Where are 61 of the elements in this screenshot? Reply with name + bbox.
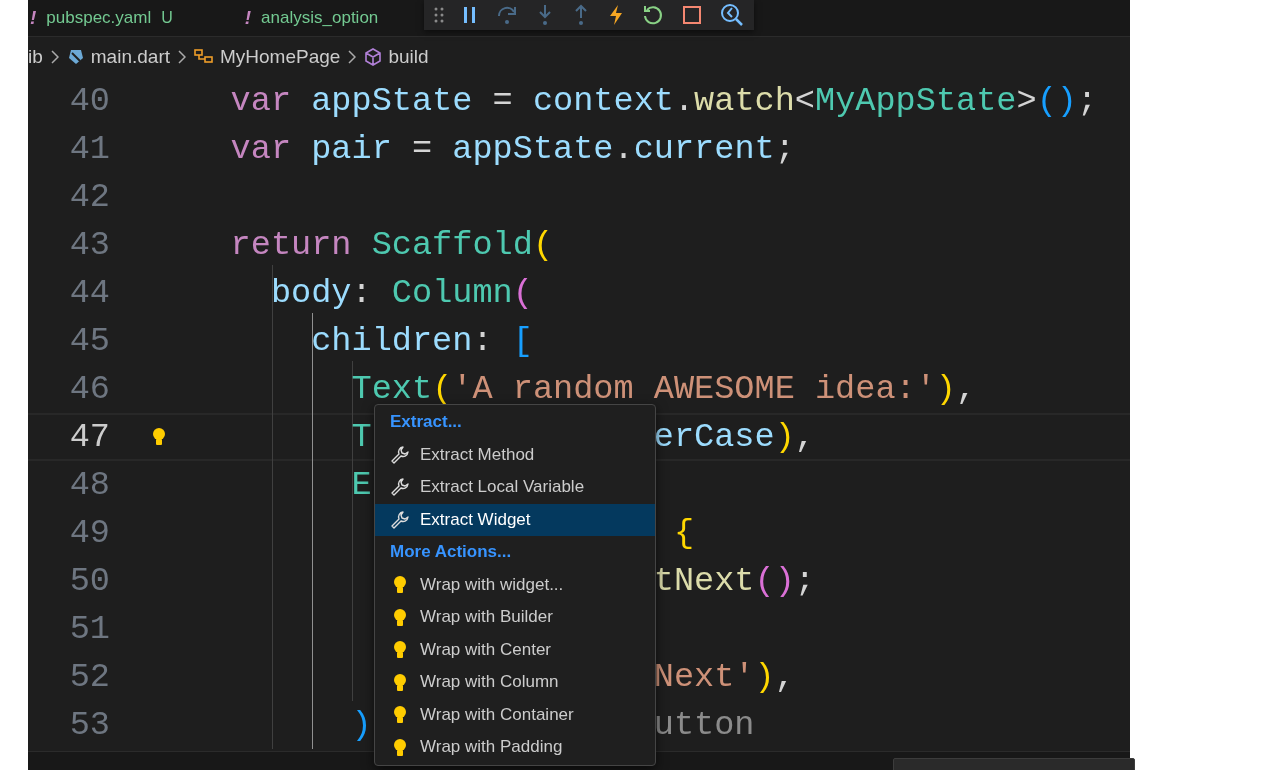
line-number: 40 bbox=[68, 82, 110, 120]
menu-item[interactable]: Wrap with Column bbox=[375, 666, 655, 699]
line-number: 47 bbox=[68, 418, 110, 456]
menu-item[interactable]: Wrap with Padding bbox=[375, 731, 655, 764]
wrench-icon bbox=[390, 477, 410, 498]
line-number: 46 bbox=[68, 370, 110, 408]
menu-item[interactable]: Extract Local Variable bbox=[375, 471, 655, 504]
code-text: Next'), bbox=[653, 658, 795, 696]
line-number: 43 bbox=[68, 226, 110, 264]
lightbulb-icon[interactable] bbox=[152, 427, 166, 447]
lightning-icon[interactable] bbox=[608, 4, 624, 26]
code-text: utton bbox=[653, 706, 755, 744]
code-text: children: [ bbox=[311, 322, 533, 360]
code-text: var appState = context.watch<MyAppState>(); bbox=[230, 82, 1098, 120]
class-icon bbox=[194, 48, 214, 66]
code-text: T bbox=[351, 418, 372, 456]
breadcrumb-item[interactable]: ib bbox=[28, 46, 43, 68]
line-number: 44 bbox=[68, 274, 110, 312]
code-text: tNext(); bbox=[653, 562, 815, 600]
line-number: 52 bbox=[68, 658, 110, 696]
line-number: 41 bbox=[68, 130, 110, 168]
code-text: erCase), bbox=[653, 418, 815, 456]
line-number: 45 bbox=[68, 322, 110, 360]
code-text: AWESOME idea:'), bbox=[653, 370, 977, 408]
code-text: return Scaffold( bbox=[230, 226, 554, 264]
line-number: 51 bbox=[68, 610, 110, 648]
filter-field[interactable] bbox=[893, 758, 1135, 770]
chevron-icon bbox=[50, 50, 59, 64]
line-number: 49 bbox=[68, 514, 110, 552]
menu-item[interactable]: Extract Method bbox=[375, 438, 655, 471]
menu-item[interactable]: Wrap with Container bbox=[375, 698, 655, 731]
breadcrumb-item[interactable]: build bbox=[364, 46, 429, 68]
code-text: body: Column( bbox=[270, 274, 533, 312]
menu-item[interactable]: Wrap with Center bbox=[375, 633, 655, 666]
wrench-icon bbox=[390, 509, 410, 530]
restart-icon[interactable] bbox=[642, 4, 664, 26]
drag-handle-icon[interactable] bbox=[434, 7, 444, 23]
chevron-icon bbox=[178, 50, 186, 64]
code-text: { bbox=[672, 514, 695, 552]
menu-item[interactable]: Extract Widget bbox=[375, 503, 655, 536]
breadcrumb-item[interactable]: main.dart bbox=[66, 46, 170, 68]
chevron-icon bbox=[348, 50, 357, 64]
dart-file-icon bbox=[66, 48, 85, 66]
code-text: var pair = appState.current; bbox=[230, 130, 795, 168]
menu-item[interactable]: Wrap with Builder bbox=[375, 601, 655, 634]
breadcrumb-item[interactable]: MyHomePage bbox=[194, 46, 341, 68]
line-number: 42 bbox=[68, 178, 110, 216]
line-number: 48 bbox=[68, 466, 110, 504]
line-number: 50 bbox=[68, 562, 110, 600]
code-text: E bbox=[351, 466, 372, 504]
menu-heading: More Actions... bbox=[389, 541, 513, 564]
stop-icon[interactable] bbox=[682, 5, 702, 25]
cube-icon bbox=[364, 48, 383, 66]
menu-item[interactable]: Wrap with widget... bbox=[375, 568, 655, 601]
menu-heading: Extract... bbox=[389, 411, 463, 434]
line-number: 53 bbox=[68, 706, 110, 744]
inspector-icon[interactable] bbox=[720, 3, 744, 27]
pause-icon[interactable] bbox=[462, 6, 478, 24]
code-text: Text('A random bbox=[351, 370, 634, 408]
code-text: ) bbox=[351, 706, 372, 744]
wrench-icon bbox=[390, 444, 410, 465]
